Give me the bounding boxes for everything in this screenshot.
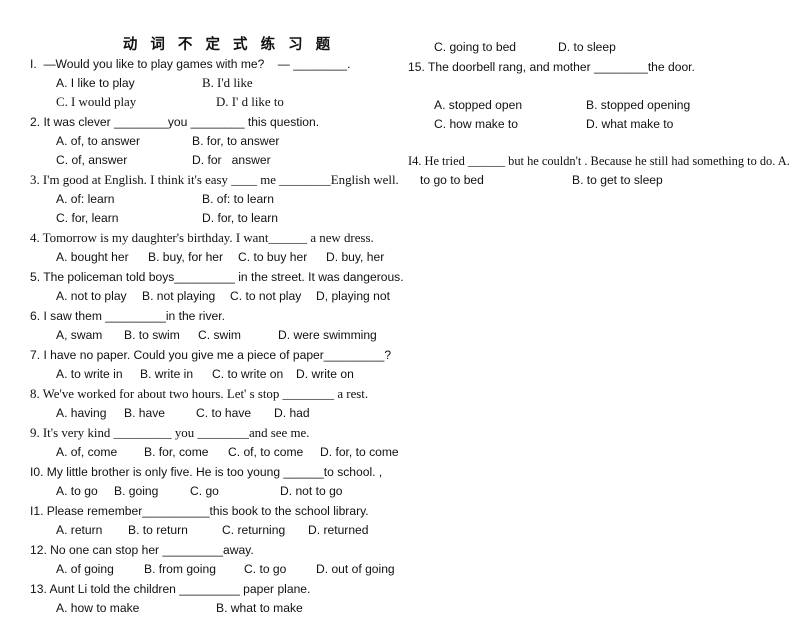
option-10-A[interactable]: A. to go <box>56 482 114 501</box>
question-stem-1: I. —Would you like to play games with me… <box>30 56 351 71</box>
option-14-C[interactable]: C. going to bed <box>434 38 558 57</box>
option-2-D[interactable]: D. for answer <box>192 151 271 170</box>
option-9-C[interactable]: C. of, to come <box>228 443 320 462</box>
question-options-9a: A. of, come B. for, come C. of, to come D. … <box>30 443 405 462</box>
question-stem-4: 4. Tomorrow is my daughter's birthday. I… <box>30 230 374 245</box>
option-9-B[interactable]: B. for, come <box>144 443 228 462</box>
question-stem-14: I4. He tried ______ but he couldn't . Be… <box>408 154 790 168</box>
option-13-A[interactable]: A. how to make <box>56 599 216 618</box>
option-6-A[interactable]: A, swam <box>56 326 124 345</box>
question-options-3a: A. of: learn B. of: to learn <box>30 190 405 209</box>
option-12-C[interactable]: C. to go <box>244 560 316 579</box>
question-stem-8: 8. We've worked for about two hours. Let… <box>30 386 369 401</box>
option-10-C[interactable]: C. go <box>190 482 280 501</box>
option-6-B[interactable]: B. to swim <box>124 326 198 345</box>
option-2-B[interactable]: B. for, to answer <box>192 132 279 151</box>
question-options-1a: A. I like to play B. I'd like <box>30 74 405 93</box>
option-11-D[interactable]: D. returned <box>308 521 369 540</box>
question-stem-13: 13. Aunt Li told the children _________ … <box>30 581 311 596</box>
option-3-C[interactable]: C. for, learn <box>56 209 202 228</box>
option-8-D[interactable]: D. had <box>274 404 310 423</box>
option-12-D[interactable]: D. out of going <box>316 560 395 579</box>
question-options-14a: to go to bed B. to get to sleep <box>408 171 790 190</box>
option-1-B[interactable]: B. I'd like <box>202 74 253 93</box>
option-9-D[interactable]: D. for, to come <box>320 443 399 462</box>
option-14-D[interactable]: D. to sleep <box>558 38 616 57</box>
option-4-C[interactable]: C. to buy her <box>238 248 326 267</box>
question-options-5a: A. not to play B. not playing C. to not pl… <box>30 287 405 306</box>
option-3-A[interactable]: A. of: learn <box>56 190 202 209</box>
option-3-D[interactable]: D. for, to learn <box>202 209 278 228</box>
question-options-10a: A. to go B. going C. go D. not to go <box>30 482 405 501</box>
question-options-15b: C. how make to D. what make to <box>408 115 790 134</box>
option-10-D[interactable]: D. not to go <box>280 482 343 501</box>
option-15-C[interactable]: C. how make to <box>434 115 586 134</box>
question-stem-12: 12. No one can stop her _________away. <box>30 542 254 557</box>
question-options-6a: A, swam B. to swim C. swim D. were swimming <box>30 326 405 345</box>
question-options-13a: A. how to make B. what to make <box>30 599 405 618</box>
option-12-B[interactable]: B. from going <box>144 560 244 579</box>
question-options-11a: A. return B. to return C. returning D. retu… <box>30 521 405 540</box>
option-7-A[interactable]: A. to write in <box>56 365 140 384</box>
option-2-C[interactable]: C. of, answer <box>56 151 192 170</box>
question-stem-3: 3. I'm good at English. I think it's eas… <box>30 172 399 187</box>
option-1-A[interactable]: A. I like to play <box>56 74 202 93</box>
option-8-C[interactable]: C. to have <box>196 404 274 423</box>
question-options-7a: A. to write in B. write in C. to write on D… <box>30 365 405 384</box>
question-options-15a: A. stopped open B. stopped opening <box>408 96 790 115</box>
question-stem-7: 7. I have no paper. Could you give me a … <box>30 347 392 362</box>
option-11-C[interactable]: C. returning <box>222 521 308 540</box>
document-page: 动 词 不 定 式 练 习 题 I. —Would you like to pl… <box>0 0 800 615</box>
question-stem-15: 15. The doorbell rang, and mother ______… <box>408 60 695 74</box>
option-5-D[interactable]: D, playing not <box>316 287 390 306</box>
option-14-B[interactable]: B. to get to sleep <box>572 171 663 190</box>
option-15-A[interactable]: A. stopped open <box>434 96 586 115</box>
right-column: C. going to bed D. to sleep 15. The doorb… <box>408 0 790 190</box>
option-5-C[interactable]: C. to not play <box>230 287 316 306</box>
option-6-D[interactable]: D. were swimming <box>278 326 377 345</box>
option-11-A[interactable]: A. return <box>56 521 128 540</box>
option-1-D[interactable]: D. I' d like to <box>216 93 284 112</box>
question-stem-9: 9. It's very kind _________ you ________… <box>30 425 310 440</box>
page-title: 动 词 不 定 式 练 习 题 <box>122 37 335 53</box>
option-5-B[interactable]: B. not playing <box>142 287 230 306</box>
question-options-8a: A. having B. have C. to have D. had <box>30 404 405 423</box>
option-14-A[interactable]: to go to bed <box>420 171 572 190</box>
question-options-2b: C. of, answer D. for answer <box>30 151 405 170</box>
option-4-D[interactable]: D. buy, her <box>326 248 384 267</box>
option-2-A[interactable]: A. of, to answer <box>56 132 192 151</box>
option-4-B[interactable]: B. buy, for her <box>148 248 238 267</box>
option-12-A[interactable]: A. of going <box>56 560 144 579</box>
option-13-B[interactable]: B. what to make <box>216 599 303 618</box>
question-options-3b: C. for, learn D. for, to learn <box>30 209 405 228</box>
option-4-A[interactable]: A. bought her <box>56 248 148 267</box>
option-7-D[interactable]: D. write on <box>296 365 354 384</box>
question-stem-2: 2. It was clever ________you ________ th… <box>30 114 320 129</box>
option-8-A[interactable]: A. having <box>56 404 124 423</box>
question-options-12a: A. of going B. from going C. to go D. out o… <box>30 560 405 579</box>
question-options-4a: A. bought her B. buy, for her C. to buy he… <box>30 248 405 267</box>
option-8-B[interactable]: B. have <box>124 404 196 423</box>
option-1-C[interactable]: C. I would play <box>56 93 216 112</box>
option-7-B[interactable]: B. write in <box>140 365 212 384</box>
option-11-B[interactable]: B. to return <box>128 521 222 540</box>
question-stem-5: 5. The policeman told boys_________ in t… <box>30 269 404 284</box>
option-15-D[interactable]: D. what make to <box>586 115 673 134</box>
option-7-C[interactable]: C. to write on <box>212 365 296 384</box>
left-column: 动 词 不 定 式 练 习 题 I. —Would you like to pl… <box>30 0 405 618</box>
question-stem-11: I1. Please remember__________this book t… <box>30 503 369 518</box>
question-options-2a: A. of, to answer B. for, to answer <box>30 132 405 151</box>
option-10-B[interactable]: B. going <box>114 482 190 501</box>
question-options-14cont: C. going to bed D. to sleep <box>408 38 790 57</box>
question-stem-6: 6. I saw them _________in the river. <box>30 308 225 323</box>
option-3-B[interactable]: B. of: to learn <box>202 190 274 209</box>
question-stem-10: I0. My little brother is only five. He i… <box>30 464 383 479</box>
option-5-A[interactable]: A. not to play <box>56 287 142 306</box>
option-9-A[interactable]: A. of, come <box>56 443 144 462</box>
question-options-1b: C. I would play D. I' d like to <box>30 93 405 112</box>
option-15-B[interactable]: B. stopped opening <box>586 96 690 115</box>
option-6-C[interactable]: C. swim <box>198 326 278 345</box>
